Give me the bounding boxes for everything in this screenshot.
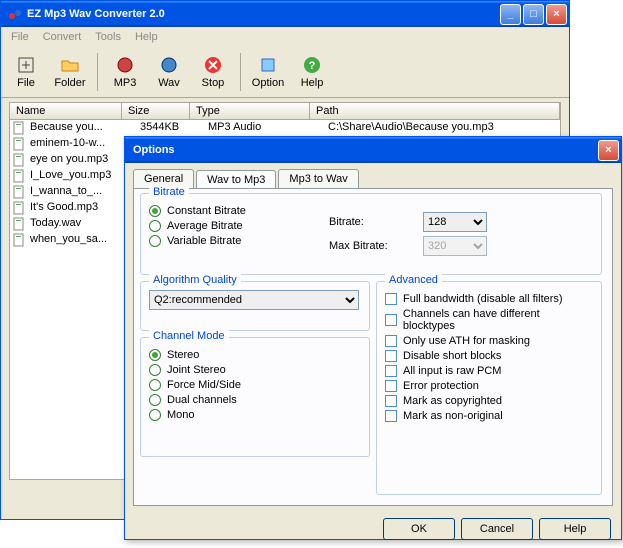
tab-panel: Bitrate Constant Bitrate Average Bitrate… (133, 188, 613, 506)
radio-joint-stereo[interactable]: Joint Stereo (149, 364, 361, 376)
toolbar-file[interactable]: File (5, 51, 47, 93)
options-dialog: Options × General Wav to Mp3 Mp3 to Wav … (124, 136, 622, 540)
toolbar-folder[interactable]: Folder (49, 51, 91, 93)
mp3-icon (115, 55, 135, 75)
col-type[interactable]: Type (190, 103, 310, 119)
advanced-legend: Advanced (385, 274, 442, 286)
check-advanced-5[interactable]: Error protection (385, 380, 593, 392)
file-icon (12, 185, 28, 199)
channel-legend: Channel Mode (149, 330, 229, 342)
dialog-titlebar: Options × (125, 137, 621, 163)
bitrate-group: Bitrate Constant Bitrate Average Bitrate… (140, 193, 602, 275)
bitrate-label: Bitrate: (329, 216, 415, 228)
tab-wav-to-mp3[interactable]: Wav to Mp3 (196, 170, 276, 189)
max-bitrate-label: Max Bitrate: (329, 240, 415, 252)
channel-group: Channel Mode Stereo Joint Stereo Force M… (140, 337, 370, 457)
radio-dual-channels[interactable]: Dual channels (149, 394, 361, 406)
menu-help[interactable]: Help (129, 29, 164, 45)
check-advanced-1[interactable]: Channels can have different blocktypes (385, 308, 593, 332)
wav-icon (159, 55, 179, 75)
algorithm-select[interactable]: Q2:recommended (149, 290, 359, 310)
titlebar: EZ Mp3 Wav Converter 2.0 _ □ × (1, 1, 569, 27)
max-bitrate-select: 320 (423, 236, 487, 256)
ok-button[interactable]: OK (383, 518, 455, 540)
check-advanced-7[interactable]: Mark as non-original (385, 410, 593, 422)
radio-stereo[interactable]: Stereo (149, 349, 361, 361)
radio-average-bitrate[interactable]: Average Bitrate (149, 220, 329, 232)
advanced-group: Advanced Full bandwidth (disable all fil… (376, 281, 602, 495)
radio-mono[interactable]: Mono (149, 409, 361, 421)
dialog-buttons: OK Cancel Help (125, 512, 621, 548)
col-path[interactable]: Path (310, 103, 560, 119)
tab-mp3-to-wav[interactable]: Mp3 to Wav (278, 169, 358, 188)
menubar: File Convert Tools Help (1, 27, 569, 47)
algorithm-legend: Algorithm Quality (149, 274, 241, 286)
minimize-button[interactable]: _ (500, 4, 521, 25)
cancel-button[interactable]: Cancel (461, 518, 533, 540)
plus-folder-icon (60, 55, 80, 75)
check-advanced-2[interactable]: Only use ATH for masking (385, 335, 593, 347)
col-size[interactable]: Size (122, 103, 190, 119)
toolbar-mp3[interactable]: MP3 (104, 51, 146, 93)
file-icon (12, 137, 28, 151)
algorithm-group: Algorithm Quality Q2:recommended (140, 281, 370, 331)
help-icon: ? (302, 55, 322, 75)
dialog-close-button[interactable]: × (598, 140, 619, 161)
menu-file[interactable]: File (5, 29, 35, 45)
toolbar: File Folder MP3 Wav Stop Option ?Help (1, 47, 569, 98)
app-icon (7, 6, 23, 22)
list-item[interactable]: Because you...3544KBMP3 AudioC:\Share\Au… (10, 120, 560, 136)
menu-tools[interactable]: Tools (89, 29, 127, 45)
plus-file-icon (16, 55, 36, 75)
col-name[interactable]: Name (10, 103, 122, 119)
file-icon (12, 201, 28, 215)
file-icon (12, 169, 28, 183)
file-icon (12, 153, 28, 167)
toolbar-wav[interactable]: Wav (148, 51, 190, 93)
toolbar-option[interactable]: Option (247, 51, 289, 93)
toolbar-stop[interactable]: Stop (192, 51, 234, 93)
toolbar-help[interactable]: ?Help (291, 51, 333, 93)
file-icon (12, 121, 28, 135)
tab-strip: General Wav to Mp3 Mp3 to Wav (133, 169, 613, 188)
radio-force-mid-side[interactable]: Force Mid/Side (149, 379, 361, 391)
help-button[interactable]: Help (539, 518, 611, 540)
check-advanced-0[interactable]: Full bandwidth (disable all filters) (385, 293, 593, 305)
check-advanced-6[interactable]: Mark as copyrighted (385, 395, 593, 407)
radio-variable-bitrate[interactable]: Variable Bitrate (149, 235, 329, 247)
close-button[interactable]: × (546, 4, 567, 25)
check-advanced-4[interactable]: All input is raw PCM (385, 365, 593, 377)
menu-convert[interactable]: Convert (37, 29, 88, 45)
maximize-button[interactable]: □ (523, 4, 544, 25)
option-icon (258, 55, 278, 75)
window-title: EZ Mp3 Wav Converter 2.0 (27, 8, 498, 20)
file-icon (12, 217, 28, 231)
stop-icon (203, 55, 223, 75)
radio-constant-bitrate[interactable]: Constant Bitrate (149, 205, 329, 217)
bitrate-legend: Bitrate (149, 186, 189, 198)
bitrate-select[interactable]: 128 (423, 212, 487, 232)
dialog-title: Options (127, 144, 596, 156)
check-advanced-3[interactable]: Disable short blocks (385, 350, 593, 362)
file-icon (12, 233, 28, 247)
svg-text:?: ? (309, 60, 316, 72)
list-header: Name Size Type Path (9, 102, 561, 120)
